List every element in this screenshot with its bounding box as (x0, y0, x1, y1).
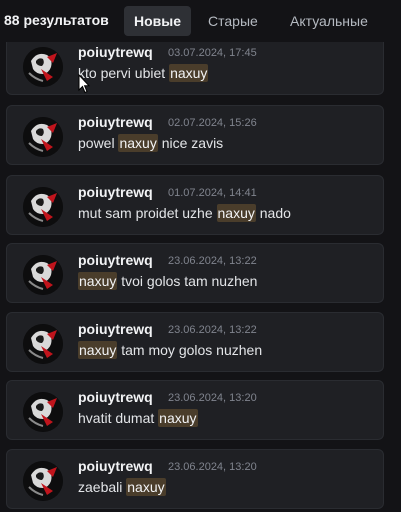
author-name[interactable]: poiuytrewq (78, 389, 153, 405)
search-result-card[interactable]: poiuytrewq 02.07.2024, 15:26 powel naxuy… (6, 105, 384, 165)
avatar[interactable] (23, 392, 63, 432)
search-result-card[interactable]: poiuytrewq 23.06.2024, 13:20 hvatit duma… (6, 380, 384, 440)
message-timestamp: 23.06.2024, 13:20 (168, 461, 257, 473)
search-result-card[interactable]: poiuytrewq 01.07.2024, 14:41 mut sam pro… (6, 175, 384, 235)
mouse-cursor-icon (78, 74, 90, 94)
message-timestamp: 23.06.2024, 13:22 (168, 255, 257, 267)
search-result-card[interactable]: poiuytrewq 23.06.2024, 13:20 zaebali nax… (6, 449, 384, 509)
avatar[interactable] (23, 47, 63, 87)
search-match-highlight: naxuy (216, 204, 256, 222)
message-text-after: tam moy golos nuzhen (117, 342, 263, 358)
message-text-after: nice zavis (157, 135, 224, 151)
search-result-card[interactable]: poiuytrewq 23.06.2024, 13:22 naxuy tam m… (6, 312, 384, 372)
tab-newest[interactable]: Новые (124, 6, 192, 36)
message-text-before: zaebali (78, 479, 127, 495)
search-match-highlight: naxuy (126, 478, 166, 496)
message-text: mut sam proidet uzhe naxuy nado (78, 204, 291, 222)
tab-oldest[interactable]: Старые (198, 6, 268, 36)
tab-relevant[interactable]: Актуальные (280, 6, 378, 36)
results-count: 88 результатов (4, 12, 109, 28)
avatar[interactable] (23, 117, 63, 157)
search-results-header: 88 результатов Новые Старые Актуальные (0, 0, 401, 42)
message-text: naxuy tvoi golos tam nuzhen (78, 272, 258, 290)
author-name[interactable]: poiuytrewq (78, 252, 153, 268)
avatar[interactable] (23, 255, 63, 295)
results-list: poiuytrewq 03.07.2024, 17:45 kto pervi u… (0, 42, 401, 512)
message-text-after: tvoi golos tam nuzhen (117, 273, 258, 289)
search-result-card[interactable]: poiuytrewq 23.06.2024, 13:22 naxuy tvoi … (6, 243, 384, 303)
search-match-highlight: naxuy (78, 272, 118, 290)
message-text-before: kto pervi ubiet (78, 65, 170, 81)
message-text: kto pervi ubiet naxuy (78, 64, 209, 82)
search-match-highlight: naxuy (118, 134, 158, 152)
search-match-highlight: naxuy (158, 409, 198, 427)
message-text-before: hvatit dumat (78, 410, 159, 426)
message-text: zaebali naxuy (78, 478, 166, 496)
message-timestamp: 23.06.2024, 13:22 (168, 324, 257, 336)
author-name[interactable]: poiuytrewq (78, 321, 153, 337)
search-match-highlight: naxuy (169, 64, 209, 82)
message-text-before: mut sam proidet uzhe (78, 205, 217, 221)
message-text-before: powel (78, 135, 119, 151)
avatar[interactable] (23, 187, 63, 227)
message-text: hvatit dumat naxuy (78, 409, 198, 427)
message-text: naxuy tam moy golos nuzhen (78, 341, 263, 359)
message-timestamp: 03.07.2024, 17:45 (168, 47, 257, 59)
message-text: powel naxuy nice zavis (78, 134, 224, 152)
avatar[interactable] (23, 461, 63, 501)
author-name[interactable]: poiuytrewq (78, 458, 153, 474)
author-name[interactable]: poiuytrewq (78, 114, 153, 130)
message-timestamp: 01.07.2024, 14:41 (168, 187, 257, 199)
search-result-card[interactable]: poiuytrewq 03.07.2024, 17:45 kto pervi u… (6, 42, 384, 95)
avatar[interactable] (23, 324, 63, 364)
message-timestamp: 23.06.2024, 13:20 (168, 392, 257, 404)
message-text-after: nado (255, 205, 291, 221)
search-match-highlight: naxuy (78, 341, 118, 359)
author-name[interactable]: poiuytrewq (78, 184, 153, 200)
message-timestamp: 02.07.2024, 15:26 (168, 117, 257, 129)
author-name[interactable]: poiuytrewq (78, 44, 153, 60)
